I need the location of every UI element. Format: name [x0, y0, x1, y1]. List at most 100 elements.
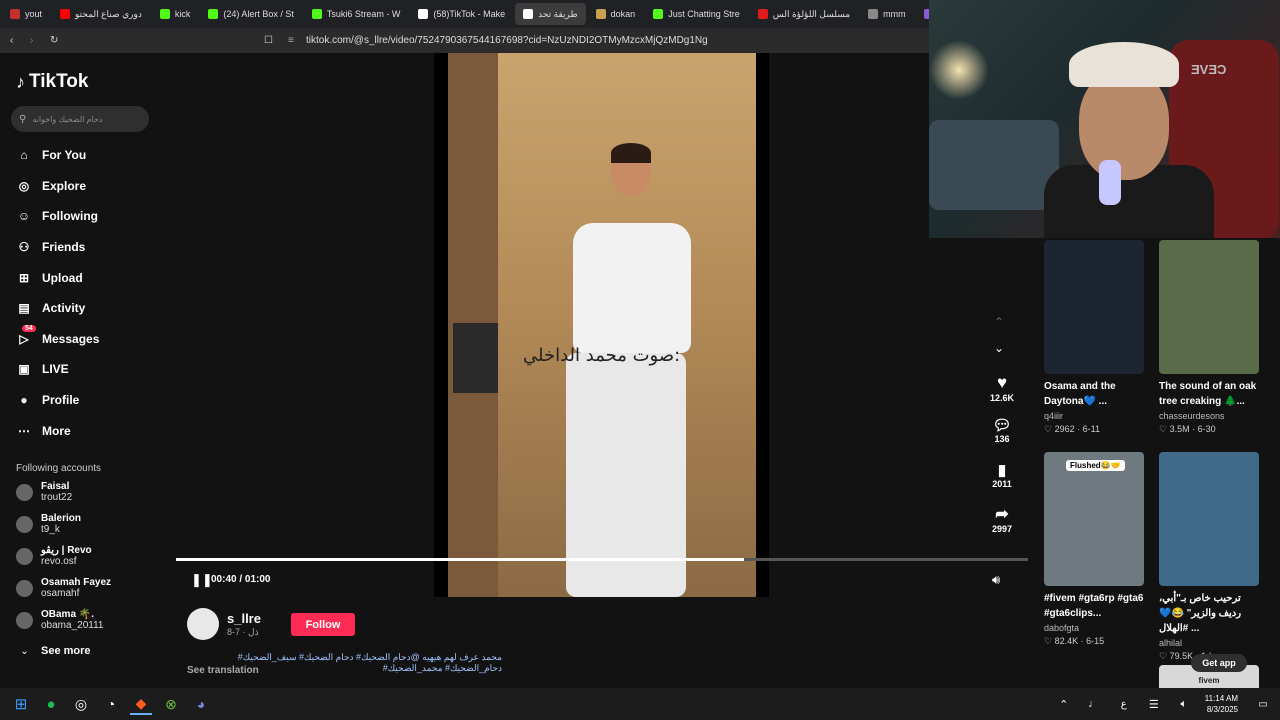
get-app-button[interactable]: Get app	[1191, 654, 1247, 672]
card-user[interactable]: alhilal	[1159, 638, 1259, 648]
forward-icon[interactable]: ›	[30, 35, 44, 46]
following-account[interactable]: Balerion t9_k	[16, 513, 81, 535]
browser-tab[interactable]: dokan	[588, 3, 644, 25]
sofa-shape	[929, 120, 1059, 210]
network-icon[interactable]: ☰	[1143, 693, 1165, 715]
account-handle: osamahf	[41, 588, 80, 599]
see-translation-link[interactable]: See translation	[187, 665, 259, 676]
obs-icon[interactable]: ◎	[70, 693, 92, 715]
tray-chevron-icon[interactable]: ⌃	[1053, 693, 1075, 715]
scroll-down-icon[interactable]: ⌄	[994, 341, 1004, 355]
see-more-link[interactable]: ⌄ See more	[16, 646, 90, 658]
browser-tab[interactable]: مسلسل اللؤلؤة الس	[750, 3, 858, 25]
sidebar-item-friends[interactable]: ⚇ Friends	[16, 232, 99, 263]
search-input[interactable]: ⚲ دحام الضحيك واخوانه	[11, 106, 149, 132]
sidebar-item-following[interactable]: ☺ Following	[16, 201, 99, 232]
language-indicator[interactable]: ع	[1113, 693, 1135, 715]
recommended-video-card[interactable]: Osama and the Daytona💙 ... q4iiir ♡ 2962 ·…	[1044, 240, 1144, 435]
recommended-video-card[interactable]: ترحيب خاص بـ"أبي، رديف والزير" 😂💙 #الهلا…	[1159, 452, 1259, 662]
tab-favicon-icon	[653, 9, 664, 19]
mic-icon[interactable]: ♩	[1083, 693, 1105, 715]
sidebar-item-upload[interactable]: ⊞ Upload	[16, 262, 99, 293]
comment-button[interactable]: 💬︎ 136	[984, 416, 1020, 444]
browser-tab[interactable]: kick	[152, 3, 199, 25]
card-user[interactable]: q4iiir	[1044, 411, 1144, 421]
address-bar-row: ‹ › ↻ ☐ ≡ tiktok.com/@s_llre/video/75247…	[0, 28, 930, 53]
video-progress-bar[interactable]	[176, 558, 1028, 561]
tiktok-note-icon: ♪	[16, 71, 25, 92]
card-likes: 79.5K	[1169, 651, 1194, 661]
xbox-icon[interactable]: ⊗	[160, 693, 182, 715]
tab-favicon-icon	[208, 9, 219, 19]
sidebar-item-activity[interactable]: ▤ Activity	[16, 293, 99, 324]
save-button[interactable]: ▮ 2011	[984, 461, 1020, 489]
clock[interactable]: 11:14 AM 8/3/2025	[1205, 693, 1238, 715]
heart-outline-icon: ♡	[1044, 636, 1055, 646]
home-icon: ⌂	[20, 148, 28, 163]
follow-button[interactable]: Follow	[291, 613, 355, 636]
tiktok-logo[interactable]: ♪ TikTok	[16, 71, 88, 93]
thumbnail-label: Flushed😂🤝	[1066, 460, 1125, 471]
app-icon[interactable]: ◔	[100, 693, 122, 715]
video-player[interactable]: صوت محمد الداخلي:	[434, 53, 769, 597]
browser-tab[interactable]: Just Chatting Stre	[645, 3, 748, 25]
windows-start-icon[interactable]: ⊞	[10, 693, 32, 715]
bookmark-icon[interactable]: ☐	[264, 35, 278, 46]
live-icon: ▣	[18, 362, 30, 377]
notification-icon[interactable]: ▭	[1252, 693, 1274, 715]
site-info-icon[interactable]: ≡	[288, 35, 300, 46]
recommended-video-card[interactable]: Flushed😂🤝 #fivem #gta6rp #gta6 #gta6clips…	[1044, 452, 1144, 647]
browser-tab[interactable]: دوري صناع المحتو	[52, 3, 150, 25]
following-account[interactable]: Osamah Fayez osamahf	[16, 577, 111, 599]
card-user[interactable]: dabofgta	[1044, 623, 1144, 633]
tab-label: Just Chatting Stre	[668, 9, 740, 19]
sidebar-item-for-you[interactable]: ⌂ For You	[16, 140, 99, 171]
spotify-icon[interactable]: ●	[40, 693, 62, 715]
browser-tab[interactable]: Tsuki6 Stream - W	[304, 3, 409, 25]
tab-favicon-icon	[595, 9, 606, 19]
volume-icon[interactable]: 🔊︎	[992, 572, 1000, 588]
sidebar-item-explore[interactable]: ◎ Explore	[16, 171, 99, 202]
heart-outline-icon: ♡	[1044, 424, 1055, 434]
chevron-down-icon: ⌄	[20, 646, 29, 657]
browser-tab[interactable]: yout	[2, 3, 50, 25]
following-account[interactable]: Faisal trout22	[16, 481, 72, 503]
share-icon: ➦	[995, 506, 1009, 523]
browser-tab[interactable]: mmm	[860, 3, 914, 25]
video-thumbnail	[1159, 452, 1259, 586]
tab-label: دوري صناع المحتو	[75, 8, 142, 19]
like-button[interactable]: ♥ 12.6K	[984, 373, 1020, 403]
video-feed: صوت محمد الداخلي: ❚❚ 00:40 / 01:00 🔊︎ ⌃ …	[176, 53, 1028, 688]
card-user[interactable]: chasseurdesons	[1159, 411, 1259, 421]
browser-tab[interactable]: (24) Alert Box / St	[200, 3, 302, 25]
streamer-cap	[1069, 42, 1179, 87]
card-title: The sound of an oak tree creaking 🌲...	[1159, 381, 1257, 407]
account-handle: trout22	[41, 492, 73, 503]
sidebar-item-live[interactable]: ▣ LIVE	[16, 354, 99, 385]
recommended-video-card[interactable]: The sound of an oak tree creaking 🌲... ch…	[1159, 240, 1259, 435]
pause-icon[interactable]: ❚❚	[191, 572, 213, 588]
author-avatar[interactable]	[187, 608, 219, 640]
share-button[interactable]: ➦ 2997	[984, 504, 1020, 534]
url-text[interactable]: tiktok.com/@s_llre/video/752479036754416…	[306, 35, 708, 46]
tab-label: yout	[25, 9, 43, 19]
following-account[interactable]: ريڤو | Revo revo.osf	[16, 545, 92, 567]
reload-icon[interactable]: ↻	[50, 35, 64, 46]
tab-favicon-icon	[60, 9, 71, 19]
following-account[interactable]: OBama 🌴. obama_20111	[16, 609, 103, 631]
separator: ·	[1074, 424, 1083, 434]
card-date: 6-11	[1082, 424, 1100, 434]
sidebar-item-more[interactable]: ⋯ More	[16, 415, 99, 446]
sidebar-item-profile[interactable]: ● Profile	[16, 385, 99, 416]
browser-tab[interactable]: (58)TikTok - Make	[410, 3, 513, 25]
author-name[interactable]: s_llre	[227, 611, 261, 626]
browser-tab[interactable]: طريقة تحد	[515, 3, 586, 25]
speaker-icon[interactable]: 🔈︎	[1173, 693, 1195, 715]
sidebar-item-messages[interactable]: ▷ 54 Messages	[16, 324, 99, 355]
account-text: Osamah Fayez osamahf	[41, 577, 111, 599]
brave-icon[interactable]: ◆	[130, 693, 152, 715]
scroll-up-icon[interactable]: ⌃	[994, 315, 1004, 329]
tiktok-sidebar: ♪ TikTok ⚲ دحام الضحيك واخوانه ⌂ For You ◎…	[0, 53, 176, 688]
discord-icon[interactable]: ◕	[190, 693, 212, 715]
back-icon[interactable]: ‹	[10, 35, 24, 46]
